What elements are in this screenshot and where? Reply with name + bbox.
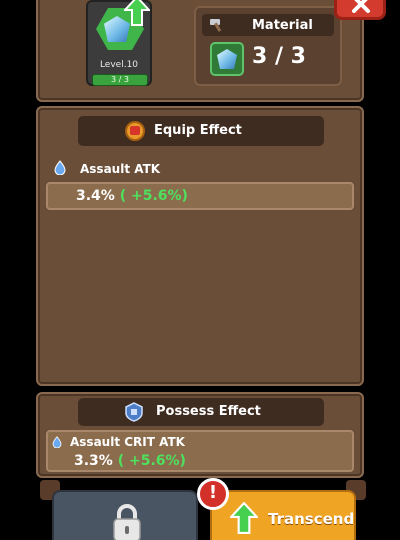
lock-button[interactable]	[52, 490, 198, 540]
item-level: Level.10	[99, 60, 139, 70]
transcend-label: Transcend	[268, 510, 355, 528]
equip-value: 3.4%	[76, 188, 115, 204]
laurel-badge-icon	[125, 121, 145, 141]
possess-bonus: ( +5.6%)	[117, 453, 186, 469]
possess-stat-bar: Assault CRIT ATK 3.3% ( +5.6%)	[46, 430, 354, 472]
item-info-panel: Level.10 3 / 3 Material 3 / 3	[36, 0, 364, 102]
water-drop-icon	[52, 436, 62, 448]
equip-stat-bar: 3.4% ( +5.6%)	[46, 182, 354, 210]
shield-badge-icon	[125, 402, 143, 422]
possess-effect-panel: Possess Effect Assault CRIT ATK 3.3% ( +…	[36, 392, 364, 478]
water-drop-icon	[54, 160, 66, 175]
green-up-arrow-icon	[124, 0, 150, 26]
hammer-icon	[210, 19, 222, 32]
possess-effect-header: Possess Effect	[78, 398, 324, 426]
close-x-icon	[352, 0, 370, 13]
material-box: Material 3 / 3	[194, 6, 342, 86]
possess-stat-name: Assault CRIT ATK	[70, 435, 185, 449]
item-slot[interactable]: Level.10 3 / 3	[86, 0, 152, 86]
transcend-button[interactable]: Transcend	[210, 490, 356, 540]
material-gem-slot[interactable]	[210, 42, 244, 76]
material-title: Material	[252, 18, 313, 33]
green-up-arrow-icon	[230, 502, 258, 534]
possess-effect-title: Possess Effect	[156, 404, 261, 419]
close-button[interactable]	[334, 0, 386, 20]
equip-effect-panel: Equip Effect Assault ATK 3.4% ( +5.6%)	[36, 106, 364, 386]
alert-badge: !	[197, 478, 229, 510]
item-count: 3 / 3	[92, 74, 148, 86]
equip-effect-title: Equip Effect	[154, 123, 242, 138]
possess-value: 3.3%	[74, 453, 113, 469]
equip-stat-name: Assault ATK	[80, 162, 161, 176]
material-header: Material	[202, 14, 334, 36]
equip-effect-header: Equip Effect	[78, 116, 324, 146]
blue-gem-icon	[217, 49, 237, 69]
possess-stat-value: 3.3% ( +5.6%)	[74, 453, 186, 469]
equip-stat-value: 3.4% ( +5.6%)	[76, 188, 188, 204]
equip-bonus: ( +5.6%)	[119, 188, 188, 204]
padlock-icon	[113, 504, 141, 540]
material-quantity: 3 / 3	[252, 44, 306, 69]
